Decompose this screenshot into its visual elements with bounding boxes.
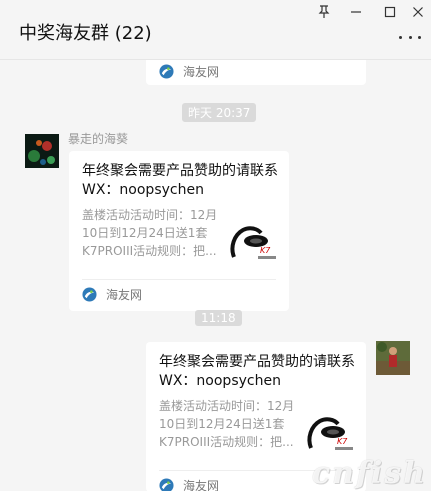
- avatar[interactable]: [25, 134, 59, 168]
- product-thumbnail: K7: [224, 211, 279, 266]
- timestamp: 11:18: [195, 310, 242, 326]
- card-title: 年终聚会需要产品赞助的请联系WX：noopsychen: [82, 163, 278, 198]
- pin-icon[interactable]: [313, 4, 335, 20]
- avatar[interactable]: [376, 341, 410, 375]
- card-description: 盖楼活动活动时间：12月10日到12月24日送1套K7PROIII活动规则：把.…: [159, 399, 295, 449]
- card-source: 海友网: [159, 63, 219, 80]
- card-title: 年终聚会需要产品赞助的请联系WX：noopsychen: [159, 354, 355, 389]
- title-bar: 中奖海友群 (22): [0, 0, 431, 60]
- card-description: 盖楼活动活动时间：12月10日到12月24日送1套K7PROIII活动规则：把.…: [82, 208, 218, 258]
- card-source-label: 海友网: [183, 479, 220, 491]
- previous-link-card[interactable]: 海友网: [146, 60, 366, 85]
- sender-name: 暴走的海葵: [68, 132, 129, 146]
- timestamp: 昨天 20:37: [182, 103, 257, 122]
- site-logo-icon: [159, 478, 174, 491]
- minimize-icon[interactable]: [345, 4, 367, 20]
- close-icon[interactable]: [407, 4, 429, 20]
- site-logo-icon: [159, 64, 174, 79]
- divider: [82, 279, 276, 280]
- card-source-label: 海友网: [183, 65, 220, 79]
- svg-text:K7: K7: [260, 246, 271, 255]
- site-logo-icon: [82, 287, 97, 302]
- card-source: 海友网: [159, 477, 219, 491]
- watermark: cnfish: [311, 456, 427, 491]
- chat-area[interactable]: 海友网 昨天 20:37 暴走的海葵 年终聚会需要产品赞助的请联系WX：noop…: [0, 60, 431, 491]
- product-thumbnail: K7: [301, 402, 356, 457]
- card-source: 海友网: [82, 286, 142, 303]
- incoming-link-card[interactable]: 年终聚会需要产品赞助的请联系WX：noopsychen 盖楼活动活动时间：12月…: [69, 151, 289, 311]
- card-source-label: 海友网: [106, 288, 143, 302]
- more-options-icon[interactable]: [399, 32, 421, 42]
- maximize-icon[interactable]: [379, 4, 401, 20]
- chat-title: 中奖海友群 (22): [19, 23, 152, 44]
- svg-text:K7: K7: [337, 437, 348, 446]
